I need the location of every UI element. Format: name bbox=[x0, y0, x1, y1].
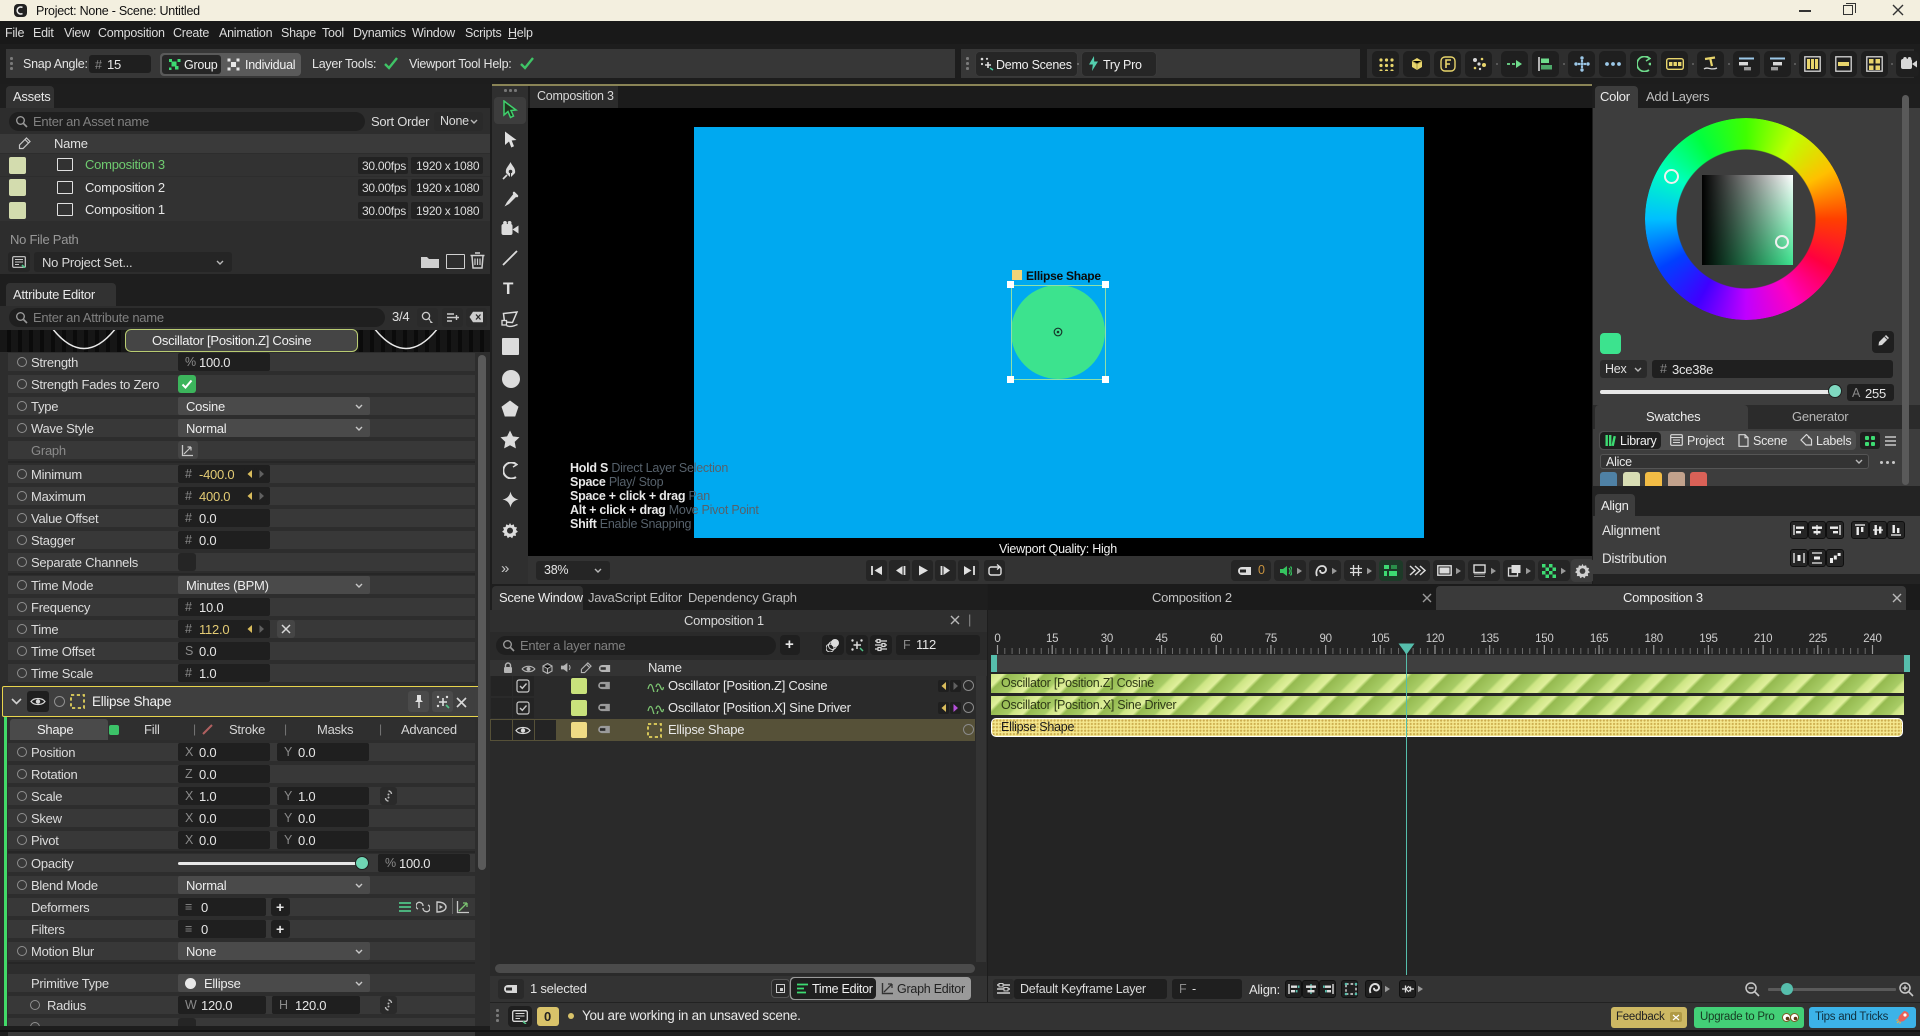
svg-text:180: 180 bbox=[1645, 633, 1663, 645]
svg-text:120: 120 bbox=[1426, 633, 1444, 645]
svg-text:165: 165 bbox=[1590, 633, 1608, 645]
svg-text:60: 60 bbox=[1210, 633, 1222, 645]
svg-text:105: 105 bbox=[1371, 633, 1389, 645]
svg-text:45: 45 bbox=[1155, 633, 1167, 645]
svg-text:240: 240 bbox=[1863, 633, 1881, 645]
svg-text:75: 75 bbox=[1265, 633, 1277, 645]
svg-text:15: 15 bbox=[1046, 633, 1058, 645]
svg-text:195: 195 bbox=[1699, 633, 1717, 645]
svg-text:135: 135 bbox=[1480, 633, 1498, 645]
svg-text:150: 150 bbox=[1535, 633, 1553, 645]
svg-text:225: 225 bbox=[1809, 633, 1827, 645]
svg-text:0: 0 bbox=[994, 633, 1000, 645]
svg-text:90: 90 bbox=[1319, 633, 1331, 645]
svg-text:30: 30 bbox=[1101, 633, 1113, 645]
svg-text:210: 210 bbox=[1754, 633, 1772, 645]
